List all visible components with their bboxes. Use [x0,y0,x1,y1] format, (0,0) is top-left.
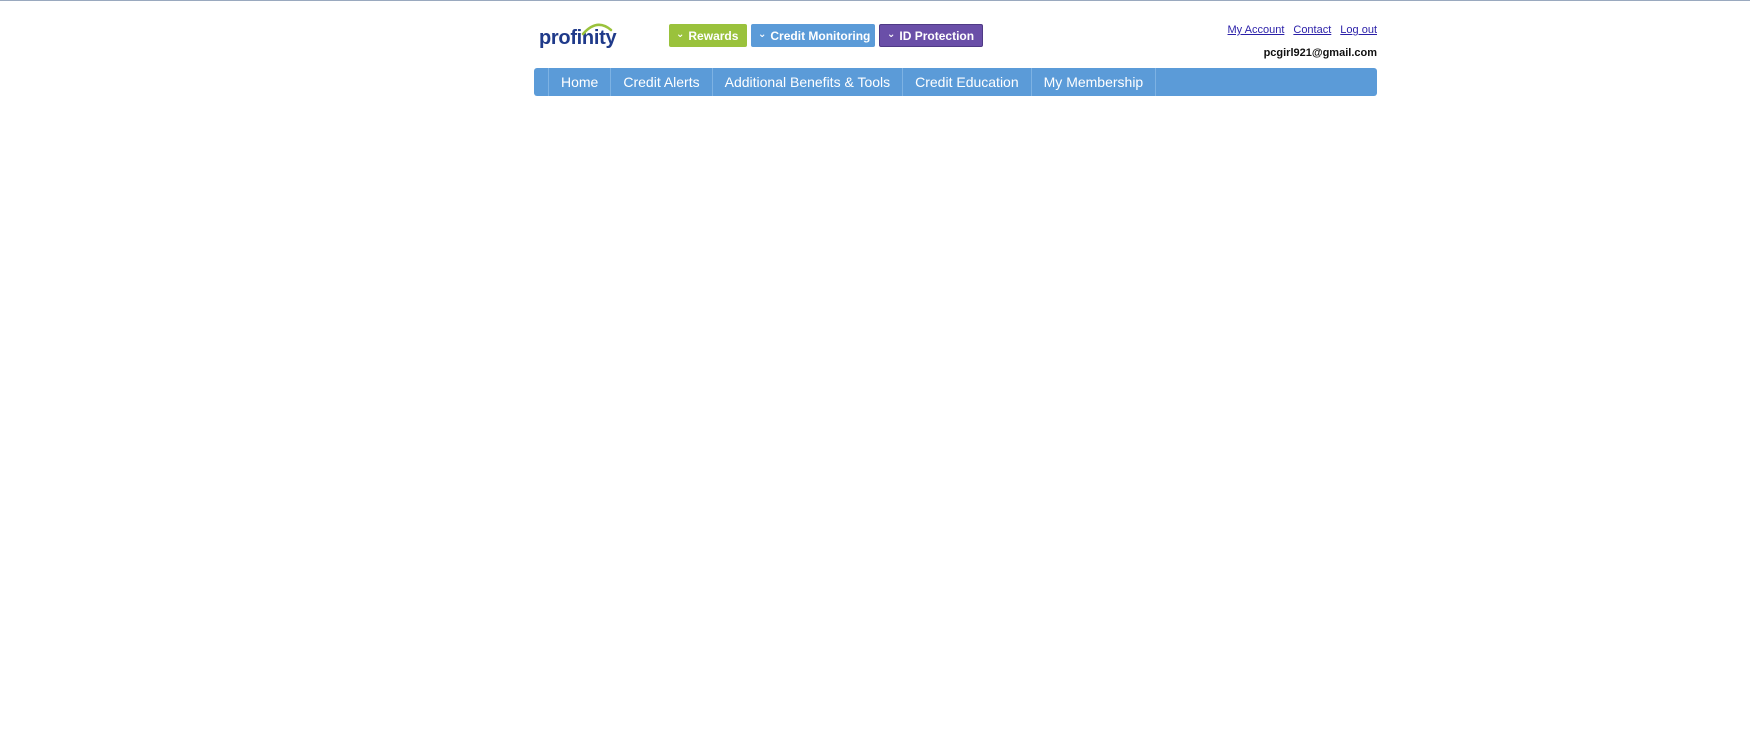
main-nav: Home Credit Alerts Additional Benefits &… [534,68,1377,96]
account-links: My Account Contact Log out [1228,24,1377,36]
logo-arc-icon [581,23,613,36]
chevron-down-icon: ⌄ [676,28,685,40]
nav-item-credit-education[interactable]: Credit Education [902,68,1031,96]
id-protection-label: ID Protection [899,28,975,43]
contact-link[interactable]: Contact [1293,24,1331,36]
nav-item-additional-benefits[interactable]: Additional Benefits & Tools [711,68,903,96]
rewards-label: Rewards [688,28,739,43]
credit-monitoring-dropdown[interactable]: ⌄ Credit Monitoring [751,24,875,47]
id-protection-dropdown[interactable]: ⌄ ID Protection [879,24,983,47]
nav-item-credit-alerts[interactable]: Credit Alerts [610,68,711,96]
user-email: pcgirl921@gmail.com [1263,47,1377,59]
profinity-logo[interactable]: profinity [539,23,619,50]
nav-item-my-membership[interactable]: My Membership [1030,68,1157,96]
product-tabs: ⌄ Rewards ⌄ Credit Monitoring ⌄ ID Prote… [669,24,983,47]
nav-item-home[interactable]: Home [548,68,610,96]
chevron-down-icon: ⌄ [758,28,767,40]
rewards-dropdown[interactable]: ⌄ Rewards [669,24,747,47]
logout-link[interactable]: Log out [1340,24,1377,36]
site-header: profinity ⌄ Rewards ⌄ Credit Monitoring … [534,0,1377,100]
credit-monitoring-label: Credit Monitoring [770,28,871,43]
my-account-link[interactable]: My Account [1228,24,1285,36]
chevron-down-icon: ⌄ [887,28,896,40]
